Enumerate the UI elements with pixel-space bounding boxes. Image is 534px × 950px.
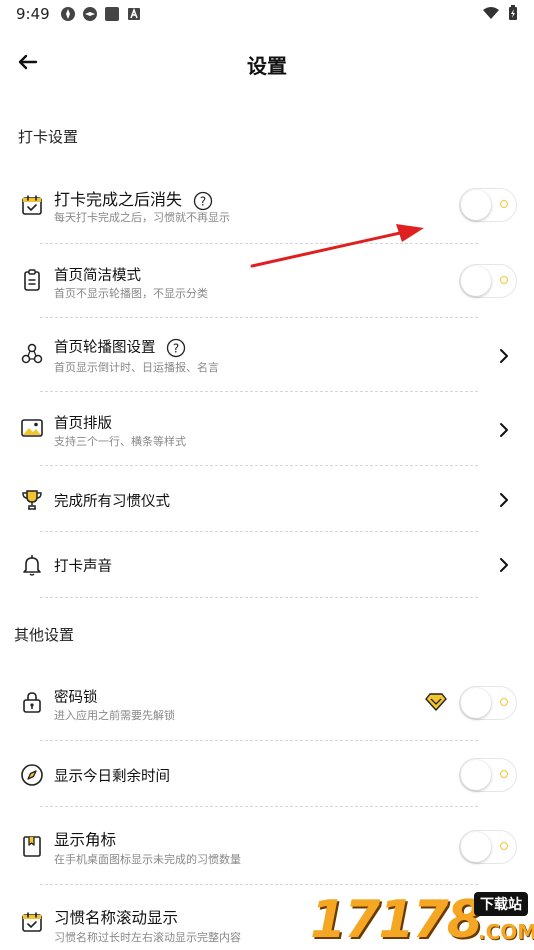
setting-label: 打卡声音 bbox=[54, 559, 112, 575]
svg-text:?: ? bbox=[200, 194, 206, 208]
setting-description: 进入应用之前需要先解锁 bbox=[54, 709, 175, 722]
watermark-domain: .COM bbox=[478, 920, 534, 944]
setting-all-done-ritual[interactable]: 完成所有习惯仪式 bbox=[0, 478, 534, 524]
divider bbox=[40, 531, 478, 532]
svg-text:?: ? bbox=[173, 342, 179, 356]
divider bbox=[40, 884, 478, 885]
compass-icon bbox=[21, 764, 43, 786]
lock-icon bbox=[23, 692, 41, 713]
setting-description: 首页显示倒计时、日运播报、名言 bbox=[54, 361, 219, 374]
divider bbox=[40, 740, 478, 741]
status-bar: 9:49 bbox=[0, 0, 534, 28]
section-title-checkin: 打卡设置 bbox=[18, 128, 79, 146]
badge-toggle[interactable] bbox=[459, 830, 517, 864]
setting-checkin-sound[interactable]: 打卡声音 bbox=[0, 543, 534, 589]
chevron-right-icon[interactable] bbox=[496, 422, 512, 438]
divider bbox=[40, 317, 478, 318]
chevron-right-icon[interactable] bbox=[496, 492, 512, 508]
wifi-icon bbox=[483, 7, 499, 19]
setting-home-layout[interactable]: 首页排版 支持三个一行、横条等样式 bbox=[0, 404, 534, 456]
divider bbox=[40, 391, 478, 392]
setting-description: 首页不显示轮播图，不显示分类 bbox=[54, 287, 208, 300]
a-notification-icon bbox=[128, 7, 140, 20]
battery-icon bbox=[509, 5, 517, 20]
setting-password-lock[interactable]: 密码锁 进入应用之前需要先解锁 bbox=[0, 678, 534, 730]
image-icon bbox=[21, 419, 43, 437]
calendar-check-icon bbox=[22, 912, 42, 932]
setting-label: 首页排版 bbox=[54, 416, 112, 432]
divider bbox=[40, 806, 478, 807]
setting-description: 支持三个一行、横条等样式 bbox=[54, 435, 186, 448]
chevron-right-icon[interactable] bbox=[496, 557, 512, 573]
setting-description: 每天打卡完成之后，习惯就不再显示 bbox=[54, 211, 230, 224]
watermark-number: 17178 bbox=[310, 890, 483, 950]
setting-label: 显示今日剩余时间 bbox=[54, 769, 170, 785]
setting-label: 完成所有习惯仪式 bbox=[54, 494, 170, 510]
circles-icon bbox=[21, 343, 43, 364]
setting-label: 首页简洁模式 bbox=[54, 268, 141, 284]
password-lock-toggle[interactable] bbox=[459, 686, 517, 720]
setting-remaining-time[interactable]: 显示今日剩余时间 bbox=[0, 752, 534, 798]
help-icon[interactable]: ? bbox=[166, 338, 186, 358]
notification-icons bbox=[60, 6, 142, 22]
bell-icon bbox=[23, 555, 41, 576]
app-notification-icon bbox=[61, 7, 75, 21]
square-notification-icon bbox=[105, 7, 119, 21]
status-time: 9:49 bbox=[16, 5, 50, 23]
calendar-check-icon bbox=[22, 195, 42, 215]
setting-label: 打卡完成之后消失 ? bbox=[54, 186, 213, 211]
chevron-right-icon[interactable] bbox=[496, 348, 512, 364]
help-icon[interactable]: ? bbox=[193, 191, 213, 211]
clipboard-icon bbox=[24, 269, 40, 291]
simple-home-toggle[interactable] bbox=[459, 264, 517, 298]
setting-label: 密码锁 bbox=[54, 690, 98, 706]
setting-description: 在手机桌面图标显示未完成的习惯数量 bbox=[54, 853, 241, 866]
app-notification-icon bbox=[83, 7, 97, 21]
divider bbox=[40, 597, 478, 598]
setting-label: 显示角标 bbox=[54, 831, 117, 849]
app-header: 设置 bbox=[0, 40, 534, 84]
page-title: 设置 bbox=[247, 54, 287, 78]
trophy-icon bbox=[22, 490, 42, 510]
setting-badge[interactable]: 显示角标 在手机桌面图标显示未完成的习惯数量 bbox=[0, 822, 534, 874]
setting-simple-home[interactable]: 首页简洁模式 首页不显示轮播图，不显示分类 bbox=[0, 256, 534, 308]
divider bbox=[40, 465, 478, 466]
setting-label: 习惯名称滚动显示 bbox=[54, 909, 179, 927]
watermark-badge: 下载站 bbox=[474, 892, 528, 916]
hide-after-checkin-toggle[interactable] bbox=[459, 188, 517, 222]
watermark-logo: 17178 下载站 .COM bbox=[310, 890, 534, 950]
setting-label: 首页轮播图设置 ? bbox=[54, 336, 186, 358]
setting-description: 习惯名称过长时左右滚动显示完整内容 bbox=[54, 931, 241, 944]
remaining-time-toggle[interactable] bbox=[459, 758, 517, 792]
diamond-vip-icon bbox=[425, 693, 447, 711]
bookmark-icon bbox=[23, 836, 41, 857]
section-title-other: 其他设置 bbox=[14, 626, 75, 644]
setting-carousel[interactable]: 首页轮播图设置 ? 首页显示倒计时、日运播报、名言 bbox=[0, 330, 534, 382]
